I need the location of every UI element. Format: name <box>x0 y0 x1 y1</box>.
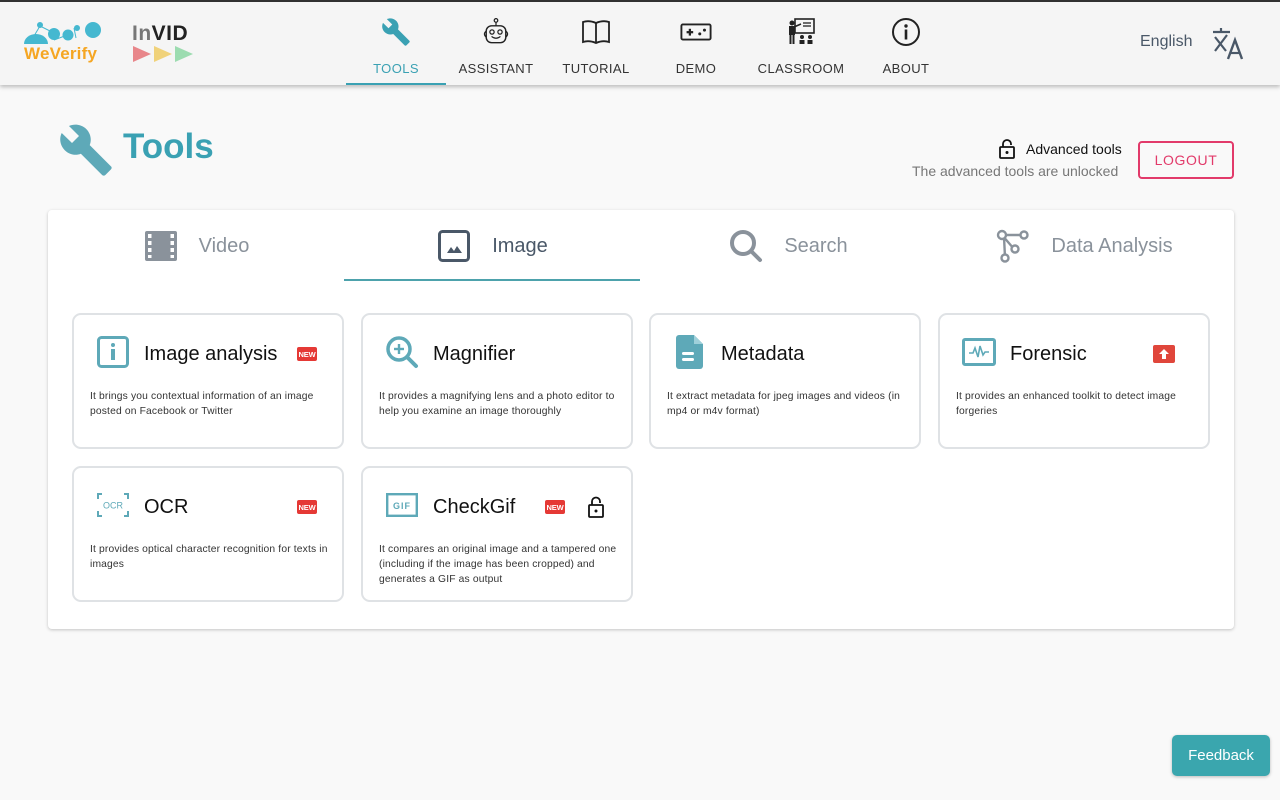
invid-prefix: In <box>132 22 152 45</box>
tab-label: Video <box>198 234 250 257</box>
invid-play-arrows-icon <box>133 46 193 62</box>
nav-label: DEMO <box>675 61 717 76</box>
card-description: It brings you contextual information of … <box>90 391 314 417</box>
translate-icon[interactable] <box>1210 26 1246 62</box>
tools-title-wrench-icon <box>58 122 114 178</box>
upgrade-icon <box>1153 345 1175 363</box>
book-icon <box>580 16 612 48</box>
tab-label: Search <box>784 234 848 257</box>
lock-open-icon <box>998 139 1016 159</box>
nav-demo[interactable]: DEMO <box>646 2 746 85</box>
zoom-in-icon <box>385 335 419 369</box>
image-icon <box>436 228 472 264</box>
nav-label: ABOUT <box>882 61 930 76</box>
nav-label: CLASSROOM <box>757 61 845 76</box>
card-title: Image analysis <box>144 343 278 365</box>
page-title: Tools <box>123 127 214 166</box>
film-icon <box>143 228 179 264</box>
language-selector[interactable]: English <box>1140 33 1192 51</box>
weverify-logo-text: WeVerify <box>24 44 98 63</box>
nav-classroom[interactable]: CLASSROOM <box>746 2 856 85</box>
card-description: It compares an original image and a tamp… <box>379 544 617 585</box>
gamepad-icon <box>680 16 712 48</box>
new-badge: NEW <box>297 347 317 361</box>
category-tabs: Video Image Search Data Analysis <box>48 210 1234 282</box>
tab-search[interactable]: Search <box>640 210 936 282</box>
lock-open-icon <box>586 496 606 518</box>
weverify-logo-icon <box>24 22 101 44</box>
invid-logo[interactable]: InVID <box>132 22 196 64</box>
card-title: OCR <box>144 496 189 518</box>
invid-suffix: VID <box>151 22 189 45</box>
monitor-pulse-icon <box>962 335 996 369</box>
new-badge: NEW <box>297 500 317 514</box>
card-title: Magnifier <box>433 343 516 365</box>
tab-video[interactable]: Video <box>48 210 344 282</box>
tool-card-ocr[interactable]: OCR OCR NEW It provides optical characte… <box>72 466 344 602</box>
card-title: Metadata <box>721 343 805 365</box>
card-description: It provides a magnifying lens and a phot… <box>379 391 615 417</box>
info-square-icon <box>96 335 130 369</box>
info-icon <box>890 16 922 48</box>
tab-label: Image <box>492 234 548 257</box>
tool-card-metadata[interactable]: Metadata It extract metadata for jpeg im… <box>649 313 921 449</box>
new-badge: NEW <box>545 500 565 514</box>
graph-nodes-icon <box>995 228 1031 264</box>
document-icon <box>673 335 707 369</box>
nav-label: TOOLS <box>373 61 419 76</box>
tool-card-image-analysis[interactable]: Image analysis NEW It brings you context… <box>72 313 344 449</box>
tab-data-analysis[interactable]: Data Analysis <box>936 210 1232 282</box>
card-title: Forensic <box>1010 343 1087 365</box>
advanced-tools-status: The advanced tools are unlocked <box>912 163 1119 179</box>
nav-tutorial[interactable]: TUTORIAL <box>546 2 646 85</box>
nav-about[interactable]: ABOUT <box>856 2 956 85</box>
card-title: CheckGif <box>433 496 516 518</box>
card-description: It extract metadata for jpeg images and … <box>667 391 901 417</box>
wrench-icon <box>380 16 412 48</box>
main-nav: TOOLS ASSISTANT TUTORIAL DEMO CLASSROOM <box>346 2 956 85</box>
search-icon <box>728 228 764 264</box>
tool-card-forensic[interactable]: Forensic It provides an enhanced toolkit… <box>938 313 1210 449</box>
logout-button[interactable]: LOGOUT <box>1138 141 1234 179</box>
tool-card-magnifier[interactable]: Magnifier It provides a magnifying lens … <box>361 313 633 449</box>
app-header: WeVerify InVID TOOLS ASSISTANT TUTORIAL … <box>0 2 1280 85</box>
invid-logo-text: InVID <box>132 22 188 46</box>
feedback-button[interactable]: Feedback <box>1172 735 1270 776</box>
tab-label: Data Analysis <box>1051 234 1173 257</box>
classroom-icon <box>785 16 817 48</box>
nav-label: ASSISTANT <box>458 61 534 76</box>
tool-card-checkgif[interactable]: GIF CheckGif NEW It compares an original… <box>361 466 633 602</box>
gif-icon: GIF <box>385 488 419 522</box>
advanced-tools-label: Advanced tools <box>1026 141 1122 157</box>
nav-label: TUTORIAL <box>562 61 630 76</box>
tab-image[interactable]: Image <box>344 210 640 282</box>
ocr-icon: OCR <box>96 488 130 522</box>
nav-tools[interactable]: TOOLS <box>346 2 446 85</box>
weverify-logo[interactable]: WeVerify <box>22 18 104 68</box>
card-description: It provides an enhanced toolkit to detec… <box>956 391 1176 417</box>
svg-text:GIF: GIF <box>393 501 411 511</box>
card-description: It provides optical character recognitio… <box>90 544 328 570</box>
robot-icon <box>480 16 512 48</box>
svg-text:OCR: OCR <box>103 501 124 511</box>
nav-assistant[interactable]: ASSISTANT <box>446 2 546 85</box>
